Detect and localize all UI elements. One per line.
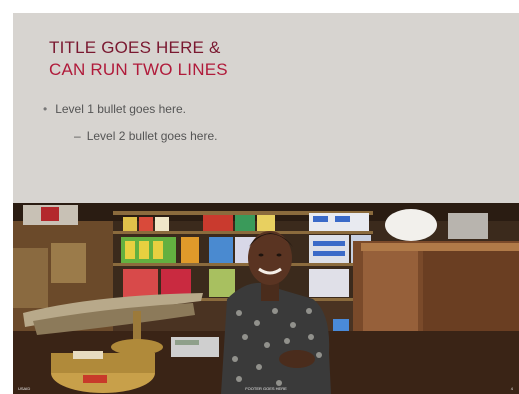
title-line-1: TITLE GOES HERE & <box>49 38 221 57</box>
bullet-level-1-text: Level 1 bullet goes here. <box>55 102 186 116</box>
bullet-dash-icon: – <box>74 129 81 143</box>
bullet-level-2-text: Level 2 bullet goes here. <box>86 129 218 143</box>
shopkeeper-photo[interactable] <box>13 203 519 394</box>
slide-footer: USAID FOOTER GOES HERE 4 <box>13 383 519 394</box>
bullet-level-2[interactable]: – Level 2 bullet goes here. <box>74 129 217 143</box>
bullet-dot-icon: • <box>43 102 48 116</box>
footer-text[interactable]: FOOTER GOES HERE <box>13 386 519 391</box>
bullet-level-1[interactable]: • Level 1 bullet goes here. <box>43 102 186 116</box>
slide: TITLE GOES HERE & CAN RUN TWO LINES • Lev… <box>13 13 519 394</box>
slide-title[interactable]: TITLE GOES HERE & CAN RUN TWO LINES <box>49 37 228 81</box>
title-line-2: CAN RUN TWO LINES <box>49 60 228 79</box>
page-number: 4 <box>510 386 513 391</box>
